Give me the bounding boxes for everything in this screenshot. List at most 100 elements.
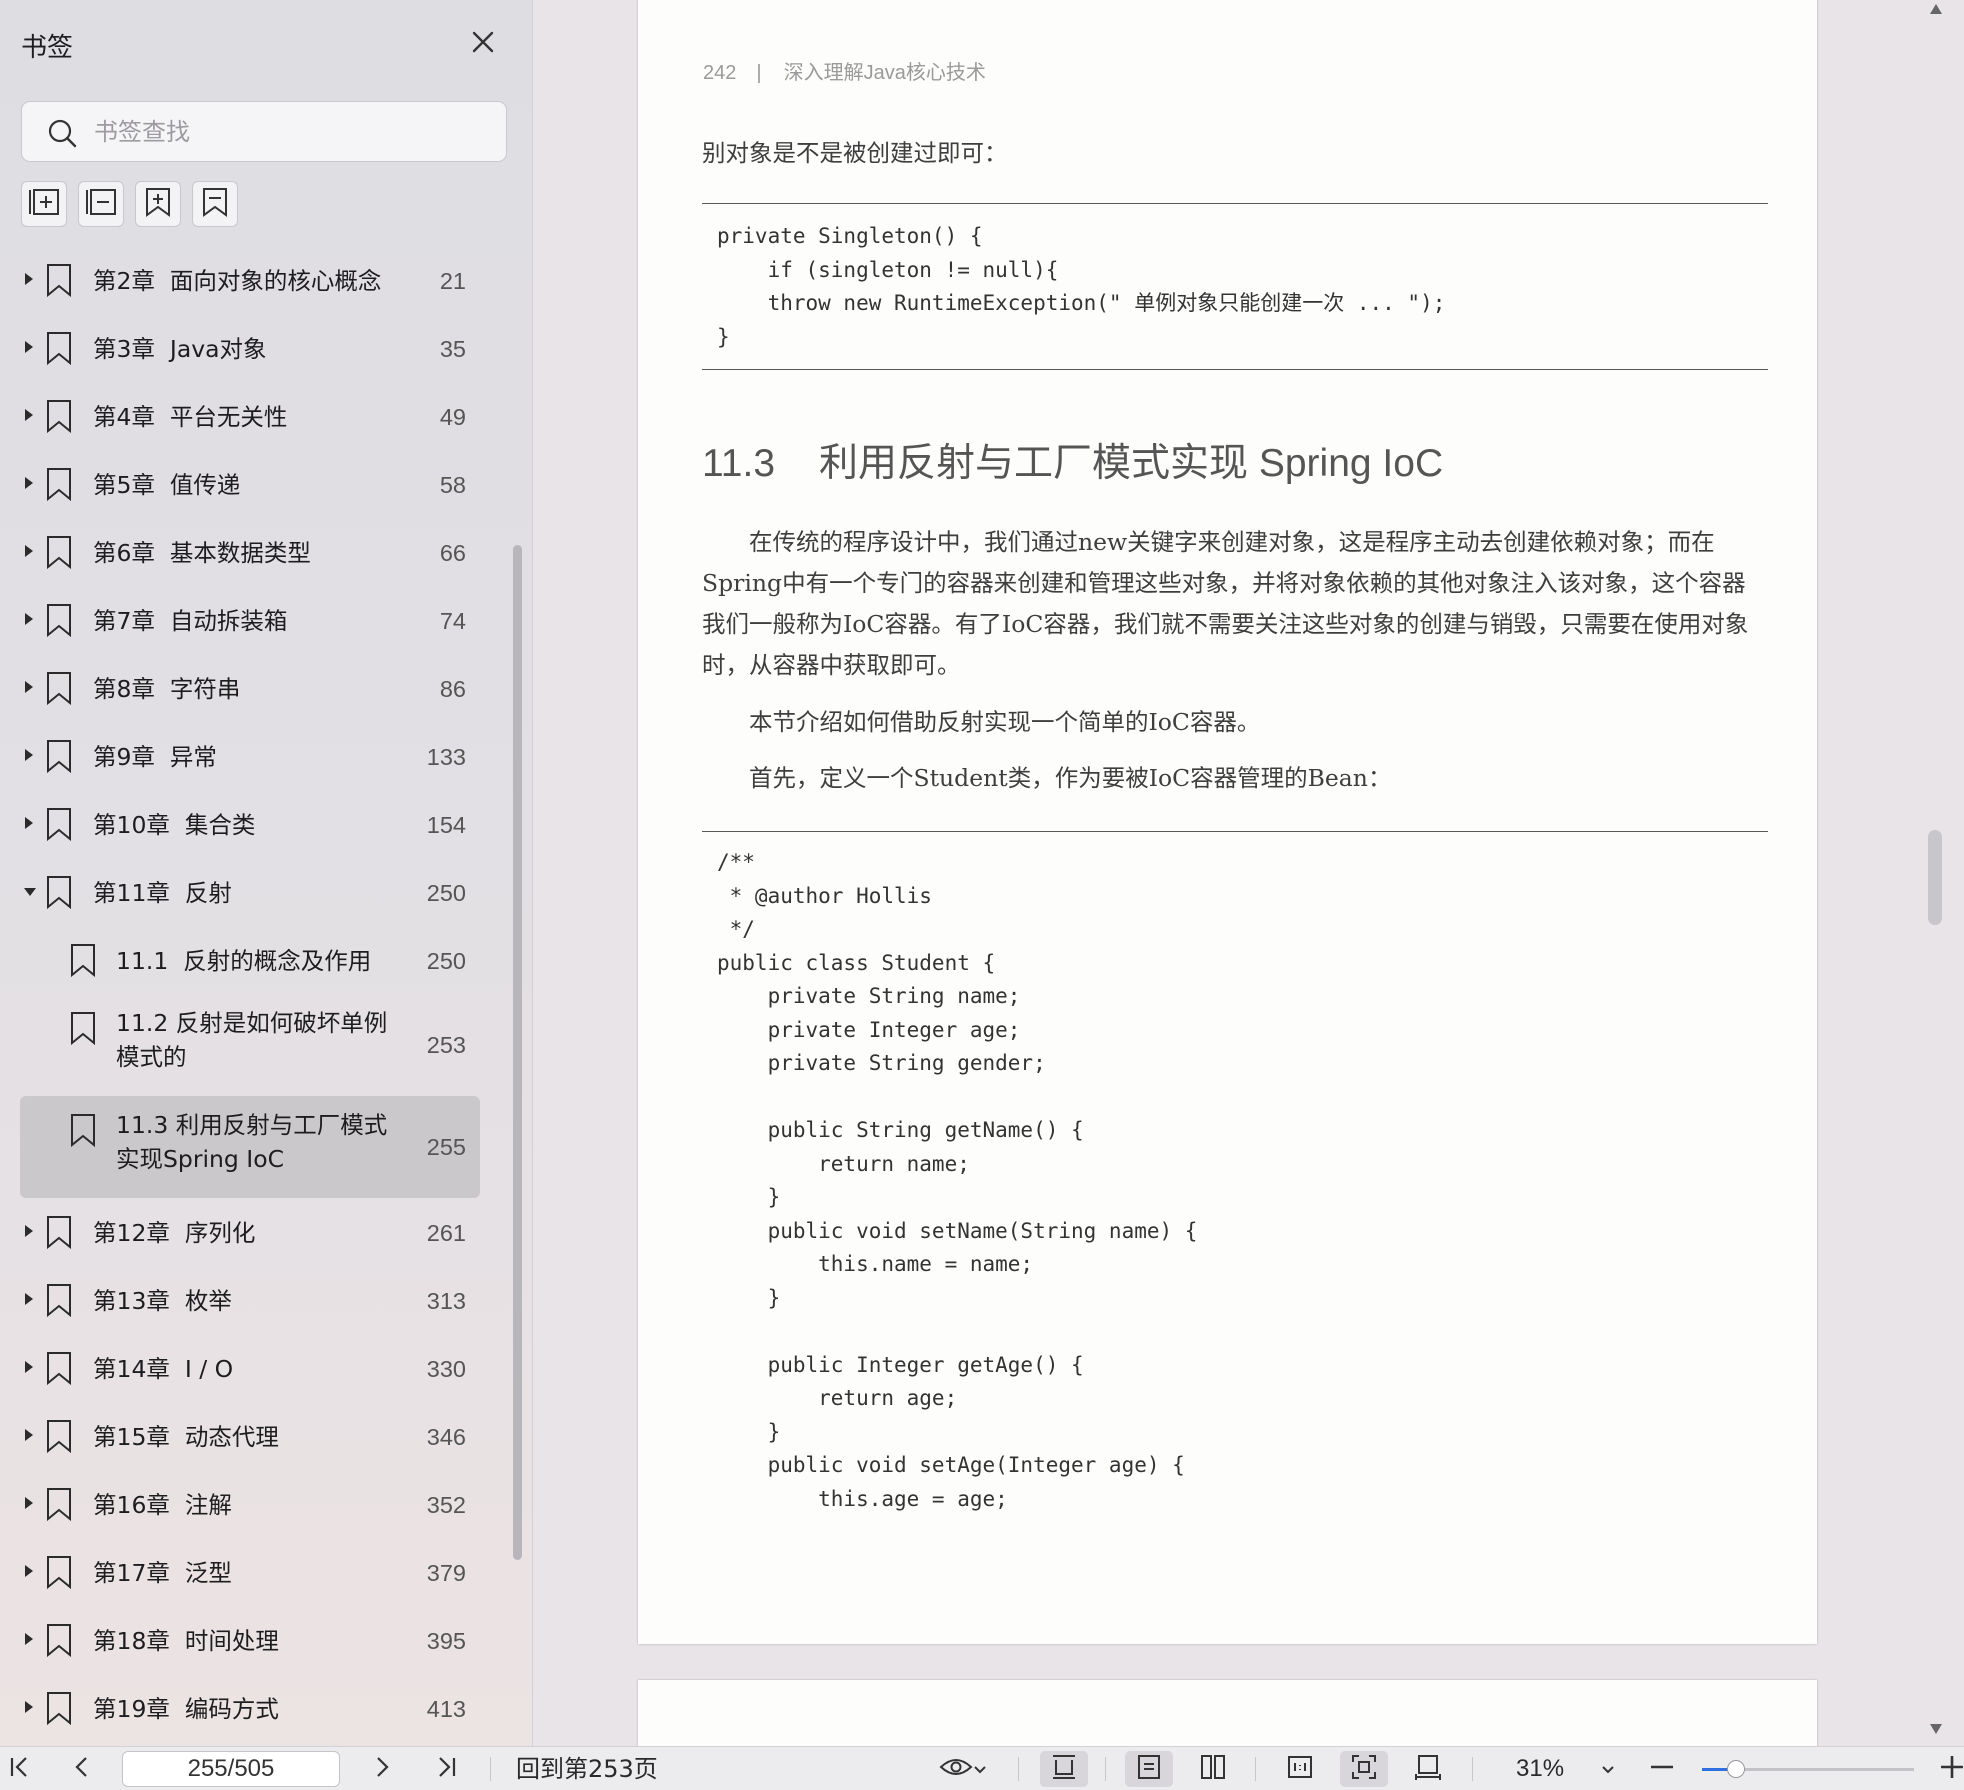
- triangle-right-icon[interactable]: [25, 613, 33, 625]
- triangle-right-icon[interactable]: [25, 273, 33, 285]
- next-page-button[interactable]: [366, 1753, 398, 1785]
- triangle-right-icon[interactable]: [25, 1633, 33, 1645]
- triangle-right-icon[interactable]: [25, 1361, 33, 1373]
- bookmark-chapter[interactable]: 第8章 字符串 86: [0, 654, 500, 722]
- bookmark-icon: [69, 1113, 97, 1148]
- bookmark-page-number: 133: [426, 744, 466, 770]
- expand-all-button[interactable]: [21, 181, 67, 227]
- bookmark-chapter[interactable]: 第9章 异常 133: [0, 722, 500, 790]
- triangle-right-icon[interactable]: [25, 1701, 33, 1713]
- code-rule-top: [702, 831, 1768, 832]
- bookmark-list: 第2章 面向对象的核心概念 21 第3章 Java对象 35 第4章 平台无关性 49 第5…: [0, 246, 500, 1742]
- close-icon[interactable]: [468, 27, 498, 57]
- fit-page-button[interactable]: [1348, 1753, 1380, 1785]
- two-page-button[interactable]: [1197, 1753, 1229, 1785]
- bottom-toolbar: 255/505 回到第253页 31%: [0, 1746, 1964, 1790]
- zoom-in-button[interactable]: [1936, 1753, 1964, 1785]
- add-bookmark-button[interactable]: [135, 181, 181, 227]
- page-number: 242: [703, 62, 737, 84]
- single-page-icon: [1136, 1753, 1162, 1785]
- bookmark-chapter[interactable]: 第6章 基本数据类型 66: [0, 518, 500, 586]
- bookmark-icon: [69, 1011, 97, 1046]
- bookmark-panel: 书签 第2章 面向对象的核心概念2: [0, 0, 533, 1746]
- bookmark-button[interactable]: [192, 181, 238, 227]
- previous-page-button[interactable]: [66, 1753, 98, 1785]
- bookmark-label: 第3章 Java对象: [93, 335, 267, 363]
- zoom-level[interactable]: 31%: [1516, 1753, 1564, 1785]
- bookmark-page-number: 255: [426, 1134, 466, 1160]
- bookmark-chapter[interactable]: 第19章 编码方式 413: [0, 1674, 500, 1742]
- bookmark-search[interactable]: [21, 101, 507, 162]
- bookmark-chapter[interactable]: 第5章 值传递 58: [0, 450, 500, 518]
- bookmark-icon: [45, 1283, 73, 1318]
- bookmark-chapter[interactable]: 第10章 集合类 154: [0, 790, 500, 858]
- minus-icon: [1649, 1754, 1675, 1784]
- actual-size-button[interactable]: [1284, 1753, 1316, 1785]
- bookmark-chapter[interactable]: 第2章 面向对象的核心概念 21: [0, 246, 500, 314]
- bookmark-chapter[interactable]: 第7章 自动拆装箱 74: [0, 586, 500, 654]
- bookmark-icon: [45, 1419, 73, 1454]
- bookmark-page-number: 74: [439, 608, 466, 634]
- zoom-dropdown-button[interactable]: [1592, 1753, 1624, 1785]
- triangle-right-icon[interactable]: [25, 1565, 33, 1577]
- triangle-right-icon[interactable]: [25, 477, 33, 489]
- bookmark-chapter[interactable]: 第12章 序列化 261: [0, 1198, 500, 1266]
- bookmark-section[interactable]: 11.1 反射的概念及作用 250: [0, 926, 500, 994]
- zoom-out-button[interactable]: [1646, 1753, 1678, 1785]
- toolbar-divider: [490, 1757, 491, 1781]
- bookmark-chapter[interactable]: 第15章 动态代理 346: [0, 1402, 500, 1470]
- section-heading: 11.3 利用反射与工厂模式实现 Spring IoC: [702, 432, 1443, 488]
- back-to-page-link[interactable]: 回到第253页: [516, 1753, 658, 1785]
- triangle-right-icon[interactable]: [25, 341, 33, 353]
- triangle-right-icon[interactable]: [25, 817, 33, 829]
- triangle-right-icon[interactable]: [25, 1293, 33, 1305]
- triangle-right-icon[interactable]: [25, 1429, 33, 1441]
- collapse-all-button[interactable]: [78, 181, 124, 227]
- zoom-slider-handle[interactable]: [1726, 1760, 1745, 1778]
- bookmark-chapter[interactable]: 第18章 时间处理 395: [0, 1606, 500, 1674]
- triangle-right-icon[interactable]: [25, 1497, 33, 1509]
- last-page-button[interactable]: [430, 1753, 462, 1785]
- triangle-right-icon[interactable]: [25, 409, 33, 421]
- fit-width-button[interactable]: [1412, 1753, 1444, 1785]
- single-page-button[interactable]: [1133, 1753, 1165, 1785]
- document-page: 242 | 深入理解Java核心技术 别对象是不是被创建过即可： private S…: [638, 0, 1817, 1644]
- zoom-slider[interactable]: [1702, 1760, 1914, 1778]
- triangle-right-icon[interactable]: [25, 749, 33, 761]
- bookmark-section[interactable]: 11.3 利用反射与工厂模式实现Spring IoC 255: [0, 1096, 500, 1198]
- scroll-down-arrow-icon[interactable]: [1930, 1724, 1942, 1734]
- bookmark-chapter[interactable]: 第4章 平台无关性 49: [0, 382, 500, 450]
- bookmark-chapter[interactable]: 第16章 注解 352: [0, 1470, 500, 1538]
- continuous-scroll-button[interactable]: [1048, 1753, 1080, 1785]
- triangle-right-icon[interactable]: [25, 681, 33, 693]
- bookmark-page-number: 66: [439, 540, 466, 566]
- bookmark-page-number: 49: [439, 404, 466, 430]
- bookmark-chapter[interactable]: 第3章 Java对象 35: [0, 314, 500, 382]
- document-scrollbar[interactable]: [1928, 830, 1942, 925]
- code-block-student: /** * @author Hollis */ public class Stu…: [717, 850, 1198, 1511]
- bookmark-label: 第10章 集合类: [93, 811, 256, 839]
- bookmark-chapter[interactable]: 第17章 泛型 379: [0, 1538, 500, 1606]
- triangle-right-icon[interactable]: [25, 545, 33, 557]
- bookmark-chapter[interactable]: 第11章 反射 250: [0, 858, 500, 926]
- bookmark-icon: [45, 875, 73, 910]
- scroll-up-arrow-icon[interactable]: [1930, 4, 1942, 14]
- bookmark-search-input[interactable]: [94, 112, 494, 152]
- triangle-right-icon[interactable]: [25, 1225, 33, 1237]
- view-mode-button[interactable]: [933, 1753, 993, 1785]
- bookmark-chapter[interactable]: 第13章 枚举 313: [0, 1266, 500, 1334]
- bookmark-chapter[interactable]: 第14章 I / O 330: [0, 1334, 500, 1402]
- bookmark-icon: [45, 535, 73, 570]
- paragraph: 首先，定义一个Student类，作为要被IoC容器管理的Bean：: [749, 764, 1392, 792]
- section-title: 利用反射与工厂模式实现 Spring IoC: [819, 442, 1444, 485]
- page-number-input[interactable]: 255/505: [122, 1751, 340, 1787]
- bookmark-page-number: 58: [439, 472, 466, 498]
- sidebar-scrollbar[interactable]: [513, 545, 522, 1560]
- triangle-down-icon[interactable]: [24, 888, 36, 896]
- first-page-button[interactable]: [4, 1753, 36, 1785]
- bookmark-label: 第15章 动态代理: [93, 1423, 279, 1451]
- bookmark-page-number: 250: [426, 948, 466, 974]
- bookmark-section[interactable]: 11.2 反射是如何破坏单例模式的 253: [0, 994, 500, 1096]
- bookmark-icon: [45, 399, 73, 434]
- bookmark-page-number: 413: [426, 1696, 466, 1722]
